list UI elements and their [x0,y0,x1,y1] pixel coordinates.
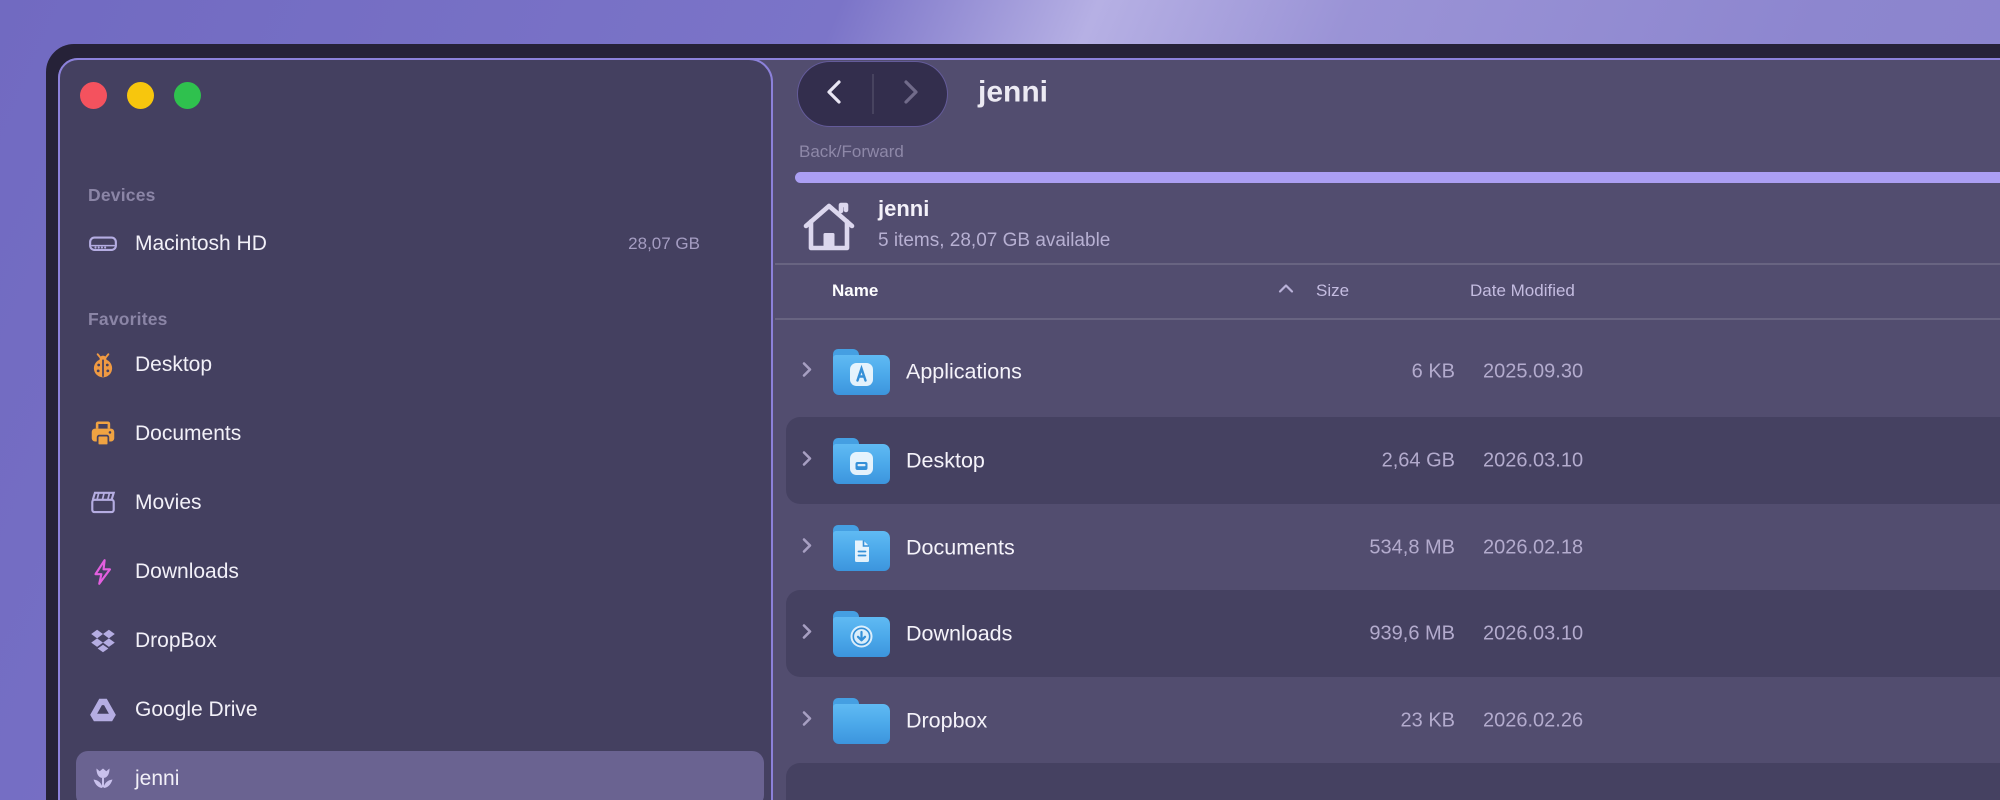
disclosure-chevron-icon[interactable] [801,359,813,384]
file-size: 6 KB [1411,360,1455,382]
device-capacity: 28,07 GB [628,234,700,253]
zoom-button[interactable] [174,82,201,109]
column-header-size[interactable]: Size [1316,281,1349,301]
sidebar-item-macintosh-hd[interactable]: Macintosh HD 28,07 GB [76,218,764,270]
file-name: Applications [906,359,1022,383]
file-size: 23 KB [1400,709,1455,731]
sidebar-item-label: Macintosh HD [135,232,267,255]
file-name: Desktop [906,448,985,472]
folder-desktop-icon [833,437,890,484]
sidebar-item-label: jenni [135,767,180,790]
loading-progress-bar [795,172,2000,183]
location-name: jenni [878,196,930,221]
disclosure-chevron-icon[interactable] [801,448,813,473]
disclosure-chevron-icon[interactable] [801,535,813,560]
table-row-dropbox[interactable]: Dropbox 23 KB 2026.02.26 [0,677,2000,764]
partial-next-row-stripe [786,763,2000,800]
file-date-modified: 2026.02.18 [1483,536,1584,558]
header-top-divider [775,263,2000,265]
hard-drive-icon [88,229,118,259]
close-button[interactable] [80,82,107,109]
file-date-modified: 2026.03.10 [1483,449,1584,471]
folder-documents-icon [833,524,890,571]
tulip-icon [88,764,118,794]
forward-button[interactable] [873,62,947,126]
disclosure-chevron-icon[interactable] [801,621,813,646]
caret-up-icon[interactable] [1276,282,1296,301]
file-date-modified: 2026.02.26 [1483,709,1584,731]
folder-downloads-icon [833,610,890,657]
location-summary: 5 items, 28,07 GB available [878,230,1111,251]
file-name: Documents [906,535,1015,559]
file-size: 2,64 GB [1381,449,1455,471]
header-bottom-divider [775,318,2000,320]
file-size: 939,6 MB [1369,622,1455,644]
disclosure-chevron-icon[interactable] [801,708,813,733]
table-row-applications[interactable]: Applications 6 KB 2025.09.30 [0,328,2000,415]
sidebar-section-devices: Devices [88,185,156,205]
sidebar-section-favorites: Favorites [88,309,168,329]
desktop-background: Devices Macintosh HD 28,07 GB Favorites … [0,0,2000,800]
file-name: Downloads [906,621,1013,645]
minimize-button[interactable] [127,82,154,109]
folder-applications-icon [833,348,890,395]
back-button[interactable] [798,62,872,126]
table-row-documents[interactable]: Documents 534,8 MB 2026.02.18 [0,504,2000,591]
file-size: 534,8 MB [1369,536,1455,558]
home-icon [799,198,859,259]
back-forward-tooltip: Back/Forward [799,142,904,161]
column-header-date-modified[interactable]: Date Modified [1470,281,1575,301]
table-row-desktop[interactable]: Desktop 2,64 GB 2026.03.10 [0,417,2000,504]
back-forward-control [797,61,948,127]
column-header-name[interactable]: Name [832,281,878,301]
window-title: jenni [978,75,1049,109]
table-row-downloads[interactable]: Downloads 939,6 MB 2026.03.10 [0,590,2000,677]
folder-plain-icon [833,697,890,744]
file-date-modified: 2026.03.10 [1483,622,1584,644]
chevron-left-icon [822,77,848,112]
chevron-right-icon [897,77,923,112]
file-date-modified: 2025.09.30 [1483,360,1584,382]
file-name: Dropbox [906,708,988,732]
